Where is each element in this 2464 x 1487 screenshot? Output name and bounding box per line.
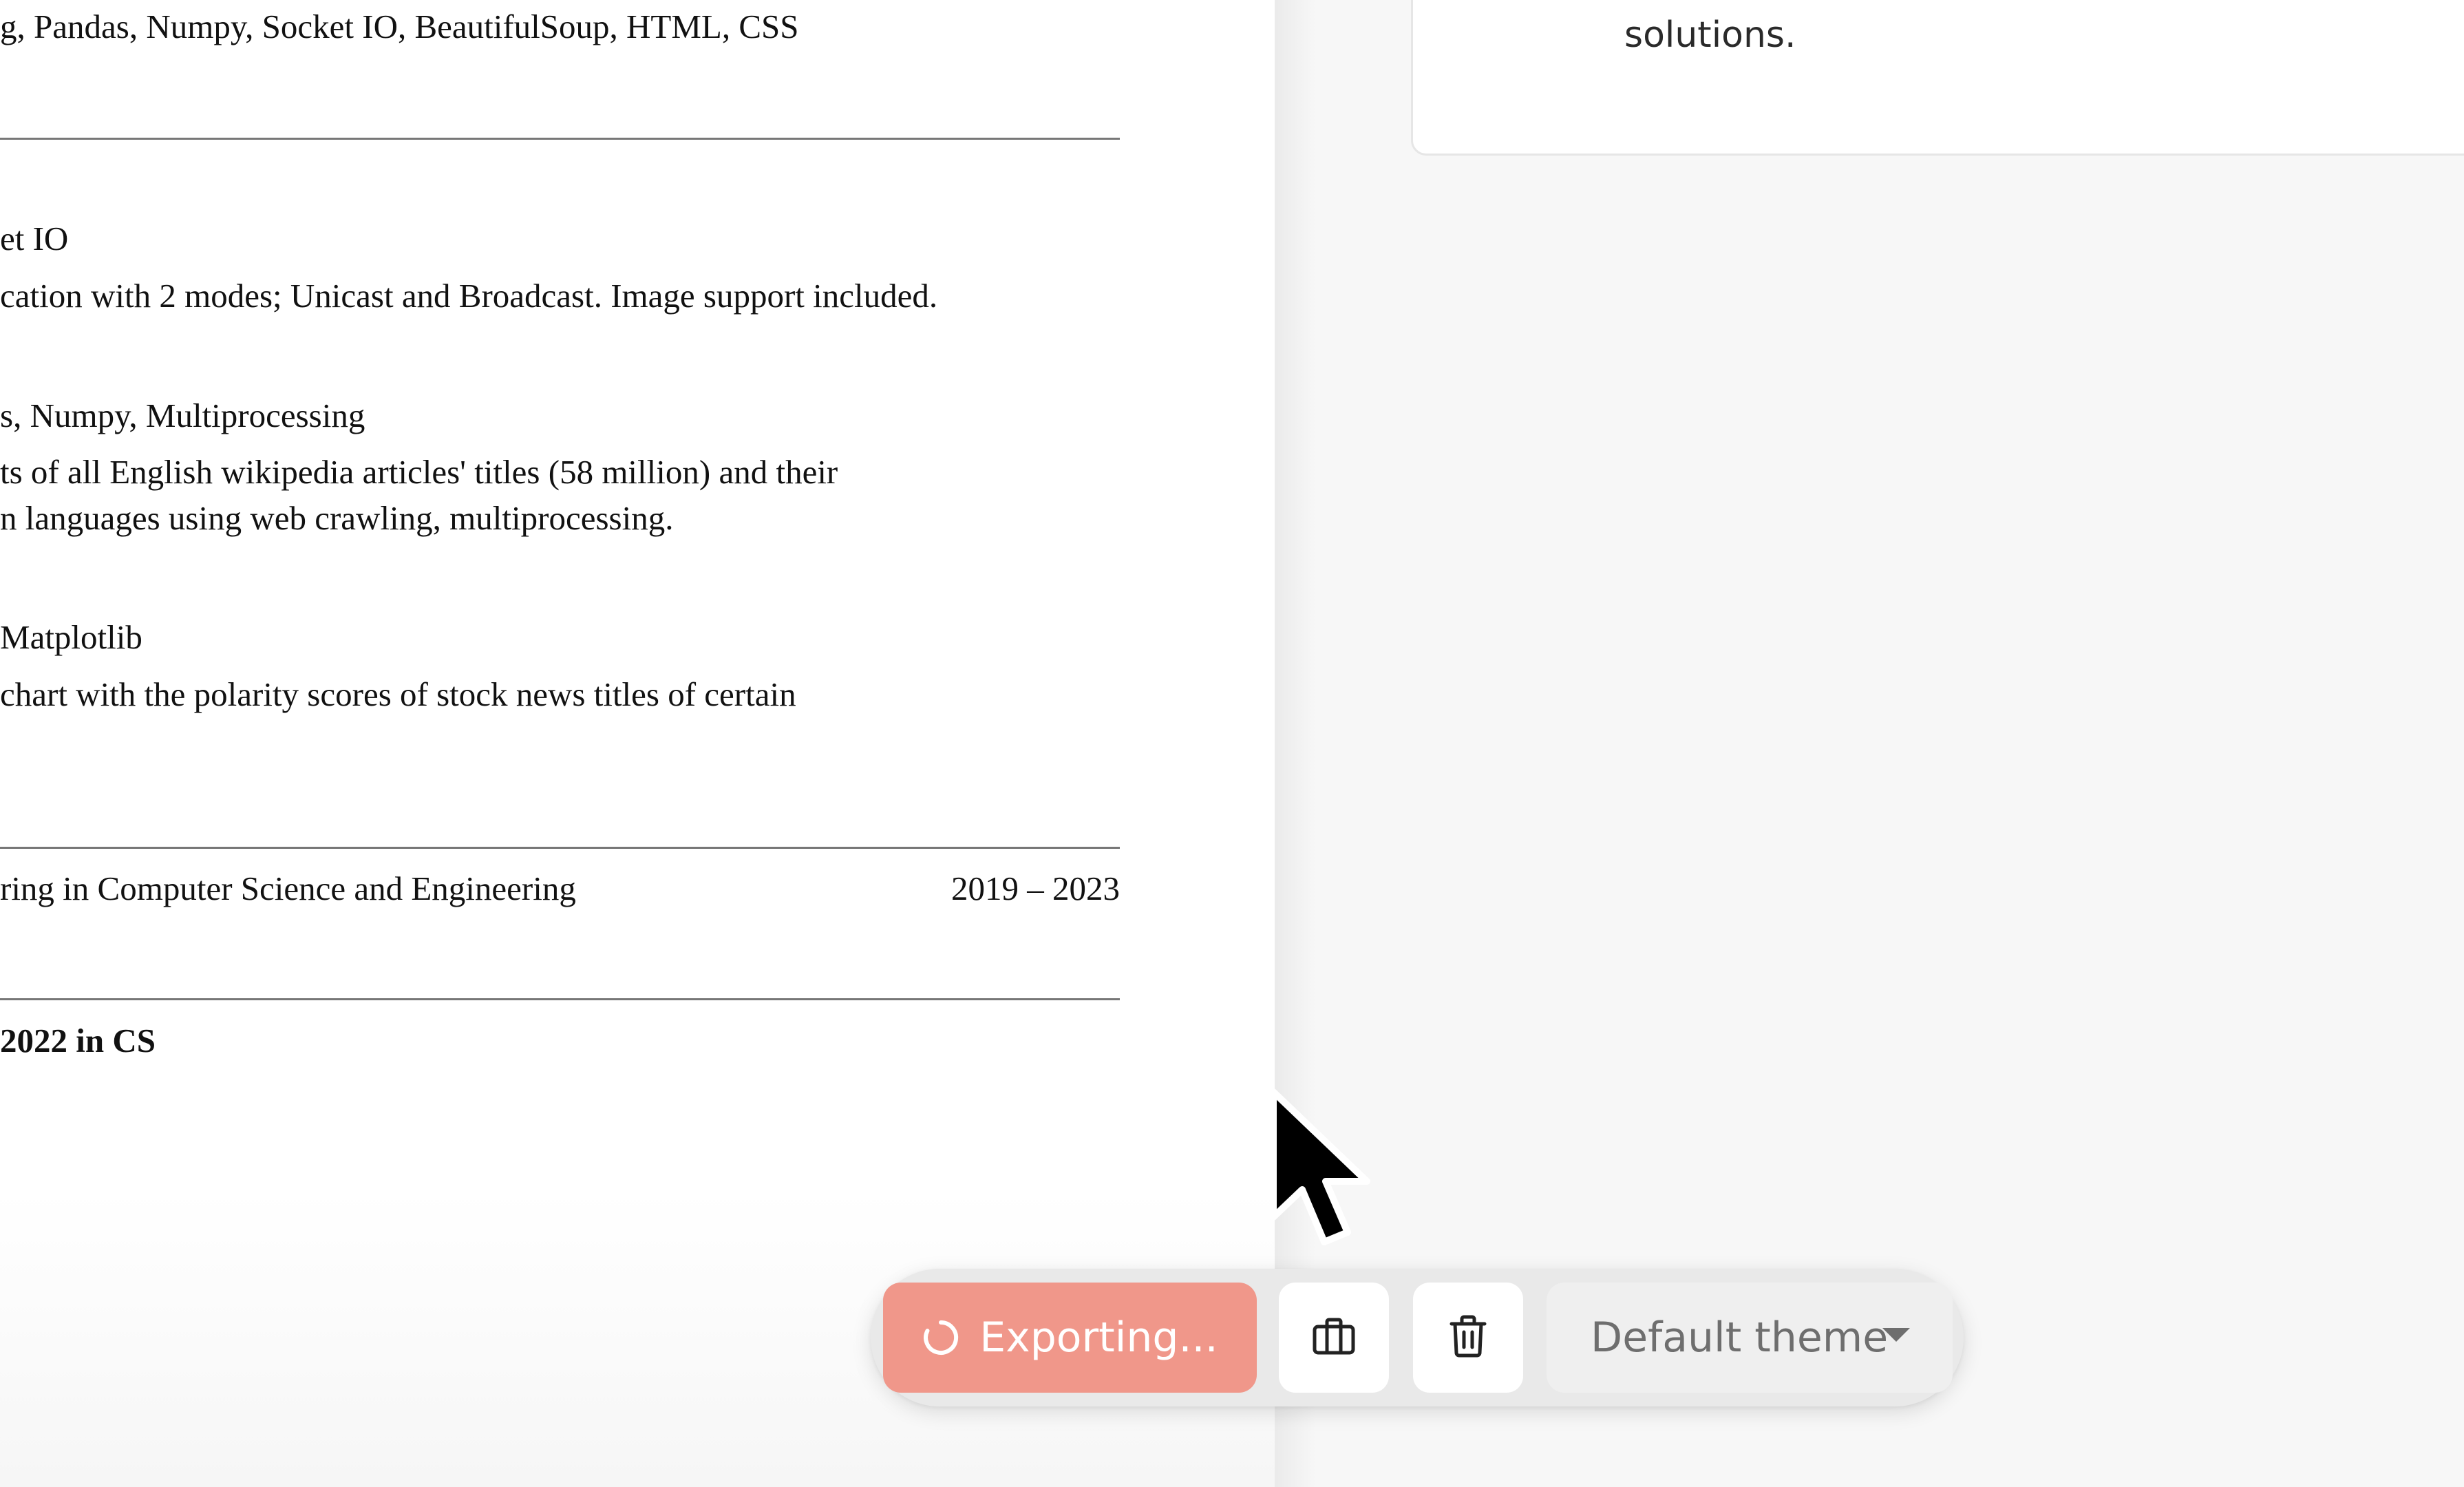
mouse-cursor-icon <box>1266 1086 1390 1265</box>
chevron-down-icon <box>1882 1328 1910 1342</box>
export-button-label: Exporting... <box>979 1314 1218 1362</box>
editor-panel <box>1275 0 2464 1487</box>
app-stage: g, Pandas, Numpy, Socket IO, BeautifulSo… <box>0 0 2464 1487</box>
project-tech-line: et IO <box>0 220 69 257</box>
bottom-toolbar: Exporting... Default theme <box>871 1269 1964 1406</box>
project-description-line: n languages using web crawling, multipro… <box>0 499 674 537</box>
briefcase-button[interactable] <box>1279 1283 1389 1393</box>
loading-spinner-icon <box>922 1318 960 1357</box>
resume-preview-page: g, Pandas, Numpy, Socket IO, BeautifulSo… <box>0 0 1275 1487</box>
project-tech-line: s, Numpy, Multiprocessing <box>0 397 365 434</box>
education-degree: ring in Computer Science and Engineering <box>0 869 576 907</box>
theme-select-value: Default theme <box>1591 1314 1889 1362</box>
export-button[interactable]: Exporting... <box>883 1283 1257 1393</box>
info-card-text: solutions. <box>1624 14 1796 56</box>
info-card: solutions. <box>1411 0 2464 156</box>
section-divider <box>0 847 1120 849</box>
trash-icon <box>1449 1314 1487 1362</box>
section-divider <box>0 138 1120 140</box>
project-description-line: cation with 2 modes; Unicast and Broadca… <box>0 277 938 315</box>
delete-button[interactable] <box>1413 1283 1523 1393</box>
skills-line: g, Pandas, Numpy, Socket IO, BeautifulSo… <box>0 8 799 45</box>
section-divider <box>0 998 1120 1000</box>
briefcase-icon <box>1312 1317 1356 1359</box>
project-description-line: ts of all English wikipedia articles' ti… <box>0 453 838 491</box>
theme-select[interactable]: Default theme <box>1547 1283 1953 1393</box>
project-description-line: chart with the polarity scores of stock … <box>0 675 796 713</box>
project-tech-line: Matplotlib <box>0 618 142 656</box>
education-dates: 2019 – 2023 <box>951 869 1120 907</box>
achievement-line: 2022 in CS <box>0 1022 156 1059</box>
